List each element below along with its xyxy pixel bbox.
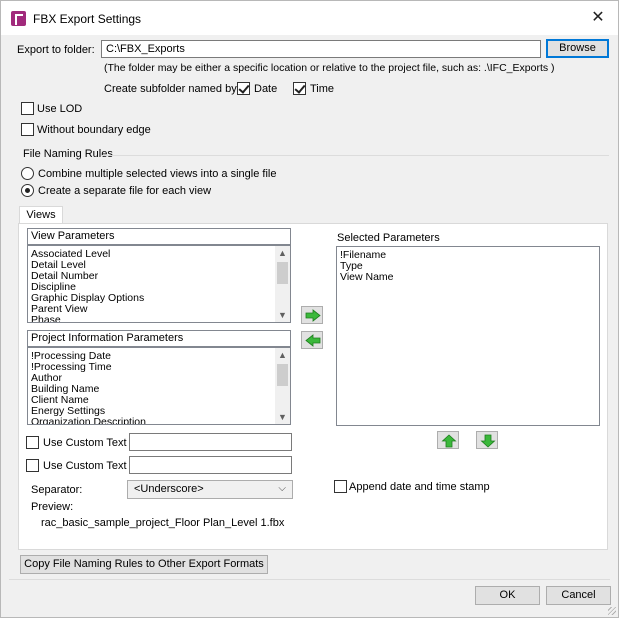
footer-divider bbox=[9, 579, 610, 580]
custom-text-1-checkbox[interactable] bbox=[26, 436, 39, 449]
separator-label: Separator: bbox=[31, 484, 83, 496]
scroll-up-icon[interactable]: ▲ bbox=[275, 348, 290, 362]
selected-parameters-list[interactable]: !Filename Type View Name bbox=[336, 246, 600, 426]
file-naming-rules-label: File Naming Rules bbox=[23, 148, 113, 160]
use-lod-label: Use LOD bbox=[37, 103, 83, 115]
append-timestamp-checkbox[interactable] bbox=[334, 480, 347, 493]
tab-views[interactable]: Views bbox=[19, 206, 63, 224]
group-divider bbox=[101, 155, 609, 156]
combine-views-label: Combine multiple selected views into a s… bbox=[38, 168, 277, 180]
custom-text-2-checkbox[interactable] bbox=[26, 459, 39, 472]
time-checkbox[interactable] bbox=[293, 82, 306, 95]
list-item[interactable]: Organization Description bbox=[28, 417, 290, 425]
project-parameters-scrollbar[interactable]: ▲ ▼ bbox=[275, 348, 290, 424]
arrow-up-icon bbox=[441, 434, 457, 448]
arrow-right-icon bbox=[305, 309, 321, 322]
resize-grip[interactable] bbox=[608, 607, 616, 615]
separate-file-radio[interactable] bbox=[21, 184, 34, 197]
move-up-button[interactable] bbox=[437, 431, 459, 449]
list-item[interactable]: View Name bbox=[337, 272, 599, 283]
scroll-thumb[interactable] bbox=[277, 262, 288, 284]
remove-parameter-button[interactable] bbox=[301, 331, 323, 349]
arrow-down-icon bbox=[480, 434, 496, 448]
close-icon[interactable]: ✕ bbox=[584, 6, 612, 30]
copy-naming-rules-button[interactable]: Copy File Naming Rules to Other Export F… bbox=[20, 555, 268, 574]
title-bar: FBX Export Settings ✕ bbox=[1, 1, 618, 35]
fbx-export-dialog: FBX Export Settings ✕ Export to folder: … bbox=[0, 0, 619, 618]
append-timestamp-label: Append date and time stamp bbox=[349, 481, 490, 493]
separate-file-label: Create a separate file for each view bbox=[38, 185, 212, 197]
scroll-down-icon[interactable]: ▼ bbox=[275, 410, 290, 424]
list-item[interactable]: !Processing Time bbox=[28, 362, 290, 373]
browse-button[interactable]: Browse bbox=[546, 39, 609, 58]
add-parameter-button[interactable] bbox=[301, 306, 323, 324]
list-item[interactable]: Parent View bbox=[28, 304, 290, 315]
ok-button[interactable]: OK bbox=[475, 586, 540, 605]
without-boundary-label: Without boundary edge bbox=[37, 124, 151, 136]
chevron-down-icon: ⌵ bbox=[278, 483, 286, 494]
custom-text-1-label: Use Custom Text 1 bbox=[43, 437, 136, 449]
custom-text-2-input[interactable] bbox=[129, 456, 292, 474]
view-parameters-list[interactable]: Associated Level Detail Level Detail Num… bbox=[27, 245, 291, 323]
separator-value: <Underscore> bbox=[134, 483, 204, 495]
scroll-thumb[interactable] bbox=[277, 364, 288, 386]
folder-hint-text: (The folder may be either a specific loc… bbox=[104, 62, 555, 74]
export-folder-input[interactable]: C:\FBX_Exports bbox=[101, 40, 541, 58]
cancel-button[interactable]: Cancel bbox=[546, 586, 611, 605]
view-parameters-scrollbar[interactable]: ▲ ▼ bbox=[275, 246, 290, 322]
without-boundary-checkbox[interactable] bbox=[21, 123, 34, 136]
time-label: Time bbox=[310, 83, 335, 95]
separator-select[interactable]: <Underscore> ⌵ bbox=[127, 480, 293, 499]
scroll-up-icon[interactable]: ▲ bbox=[275, 246, 290, 260]
list-item[interactable]: !Filename bbox=[337, 250, 599, 261]
date-checkbox[interactable] bbox=[237, 82, 250, 95]
preview-label: Preview: bbox=[31, 501, 74, 513]
selected-parameters-label: Selected Parameters bbox=[337, 232, 440, 244]
project-parameters-list[interactable]: !Processing Date !Processing Time Author… bbox=[27, 347, 291, 425]
list-item[interactable]: Phase bbox=[28, 315, 290, 323]
use-lod-checkbox[interactable] bbox=[21, 102, 34, 115]
app-icon bbox=[11, 11, 26, 26]
preview-value: rac_basic_sample_project_Floor Plan_Leve… bbox=[41, 517, 285, 529]
view-parameters-header: View Parameters bbox=[27, 228, 291, 245]
export-folder-label: Export to folder: bbox=[17, 44, 95, 56]
move-down-button[interactable] bbox=[476, 431, 498, 449]
custom-text-2-label: Use Custom Text 2 bbox=[43, 460, 136, 472]
project-parameters-header: Project Information Parameters bbox=[27, 330, 291, 347]
window-title: FBX Export Settings bbox=[33, 12, 142, 26]
arrow-left-icon bbox=[305, 334, 321, 347]
combine-views-radio[interactable] bbox=[21, 167, 34, 180]
scroll-down-icon[interactable]: ▼ bbox=[275, 308, 290, 322]
custom-text-1-input[interactable] bbox=[129, 433, 292, 451]
subfolder-label: Create subfolder named by: bbox=[104, 83, 240, 95]
date-label: Date bbox=[254, 83, 278, 95]
